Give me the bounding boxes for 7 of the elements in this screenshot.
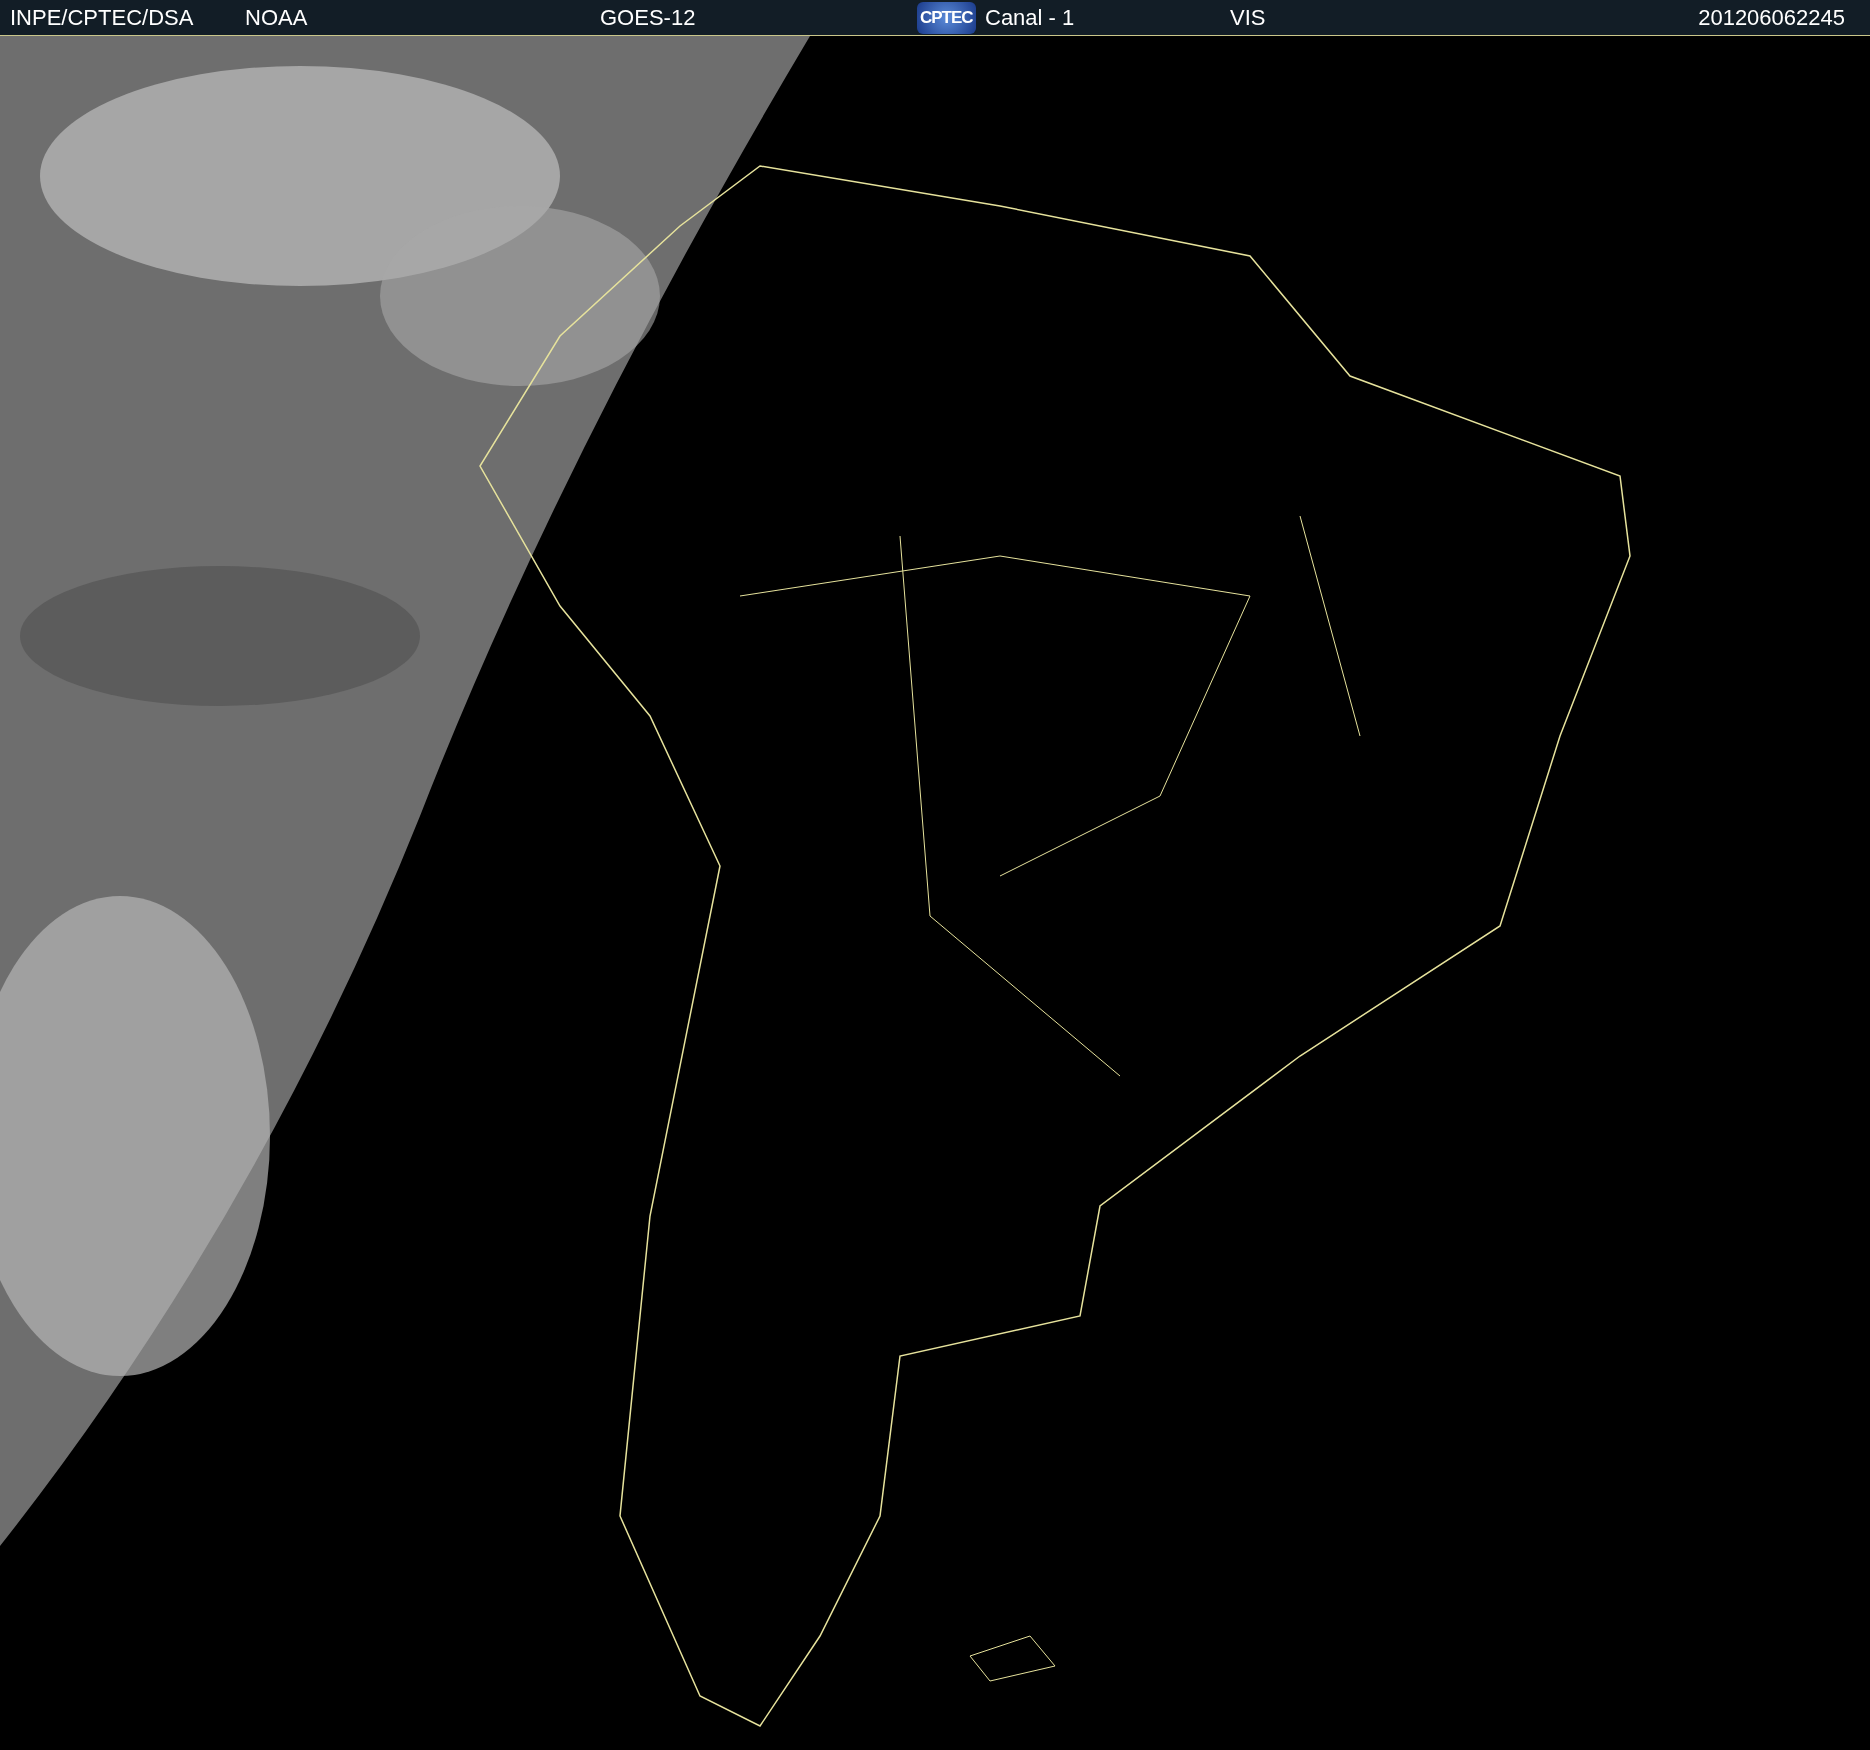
header-label: VIS <box>1230 4 1266 32</box>
header-label: GOES-12 <box>600 4 696 32</box>
logo: CPTEC <box>917 1 976 34</box>
header-label: INPE/CPTEC/DSA <box>10 4 194 32</box>
header-label: Canal - 1 <box>985 4 1075 32</box>
header-label: NOAA <box>245 4 308 32</box>
header-label: 201206062245 <box>1698 4 1845 32</box>
